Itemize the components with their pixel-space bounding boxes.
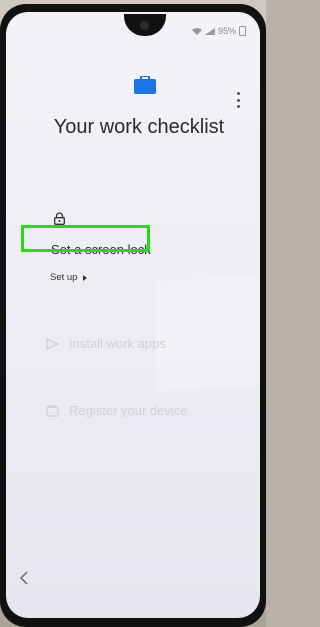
more-vert-icon[interactable] — [234, 92, 242, 108]
apps-icon — [46, 337, 59, 350]
lock-icon — [54, 212, 65, 225]
set-up-label: Set up — [50, 272, 78, 283]
signal-icon — [204, 27, 215, 35]
battery-percent: 95% — [217, 26, 236, 36]
phone-frame: 95% Your work checklist Set a screen loc… — [0, 4, 266, 627]
step-register-device: Register your device — [46, 403, 188, 418]
device-icon — [46, 404, 59, 417]
highlight-box — [21, 225, 150, 252]
set-up-button[interactable]: Set up — [50, 272, 88, 283]
briefcase-icon — [134, 76, 156, 94]
status-bar: 95% — [191, 26, 246, 36]
front-camera — [140, 21, 149, 30]
step-install-apps: Install work apps — [46, 336, 166, 351]
step-register-device-label: Register your device — [69, 403, 188, 418]
battery-icon — [239, 26, 246, 36]
page-title: Your work checklist — [53, 116, 225, 138]
wifi-icon — [191, 27, 202, 35]
chevron-left-icon[interactable] — [19, 571, 29, 585]
device-screen: 95% Your work checklist Set a screen loc… — [6, 12, 260, 618]
step-install-apps-label: Install work apps — [69, 336, 166, 351]
play-arrow-icon — [83, 274, 88, 281]
screen-glare — [156, 272, 260, 392]
